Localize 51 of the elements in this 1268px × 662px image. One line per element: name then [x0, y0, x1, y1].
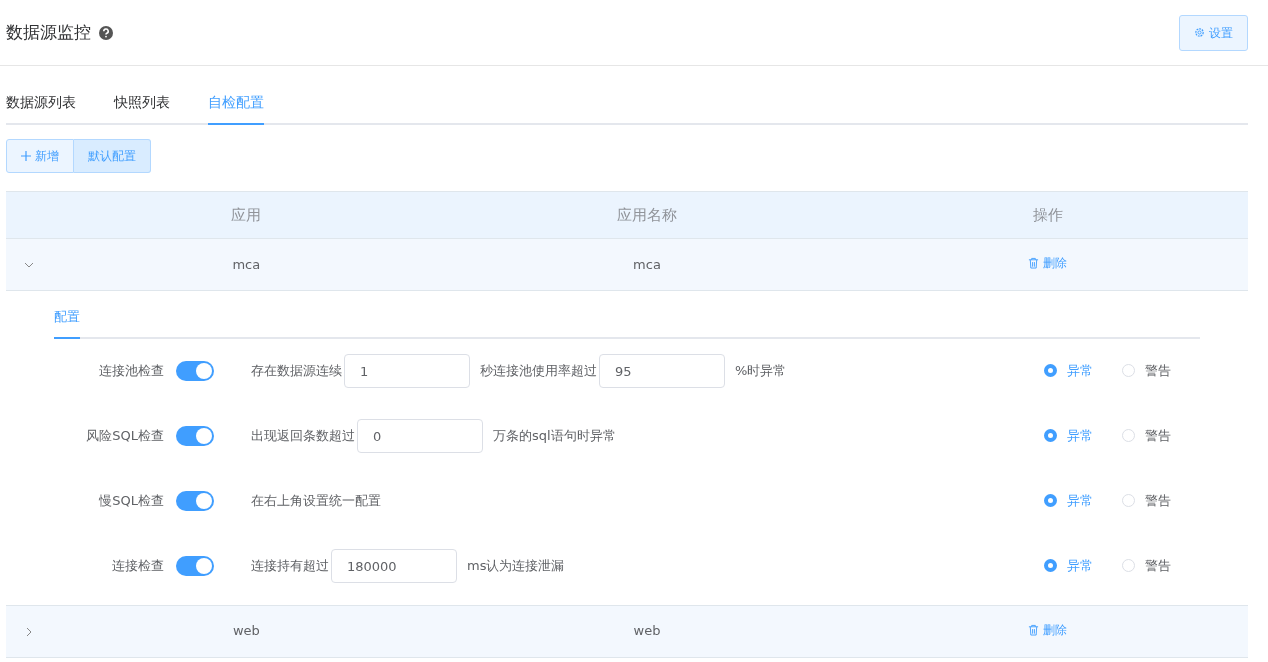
plus-icon [21, 151, 31, 161]
tab[interactable]: 自检配置 [208, 84, 264, 125]
toggle-switch[interactable] [176, 361, 214, 381]
radio-option[interactable]: 警告 [1122, 361, 1200, 381]
toggle-switch[interactable] [176, 556, 214, 576]
column-header: 操作 [1031, 204, 1064, 226]
input-field[interactable]: 95 [599, 354, 725, 388]
check-label: 连接池检查 [98, 362, 164, 381]
tab[interactable]: 数据源列表 [6, 84, 76, 125]
radio-option[interactable]: 异常 [1044, 491, 1122, 511]
default-config-button[interactable]: 默认配置 [74, 139, 151, 173]
delete-button[interactable]: 删除 [1028, 620, 1068, 639]
table-cell-text: web [231, 622, 261, 641]
radio-option[interactable]: 异常 [1044, 556, 1122, 576]
check-label: 慢SQL检查 [98, 492, 164, 511]
table-cell-text: mca [231, 255, 262, 274]
trash-icon [1028, 623, 1040, 636]
toggle-switch[interactable] [176, 491, 214, 511]
page-title: 数据源监控 [6, 20, 91, 44]
radio-option[interactable]: 警告 [1122, 556, 1200, 576]
radio-option[interactable]: 异常 [1044, 426, 1122, 446]
settings-icon [1194, 27, 1205, 38]
description-text: 秒连接池使用率超过 [480, 362, 597, 381]
description-text: %时异常 [735, 362, 787, 381]
input-field[interactable]: 1 [344, 354, 470, 388]
add-button[interactable]: 新增 [6, 139, 74, 173]
check-label: 连接检查 [111, 557, 164, 576]
delete-button[interactable]: 删除 [1028, 254, 1068, 273]
radio-option[interactable]: 警告 [1122, 426, 1200, 446]
description-text: 连接持有超过 [251, 557, 329, 576]
column-header: 应用名称 [616, 204, 678, 226]
check-label: 风险SQL检查 [85, 427, 164, 446]
chevron-right-icon[interactable] [24, 626, 34, 637]
radio-option[interactable]: 警告 [1122, 491, 1200, 511]
description-text: 出现返回条数超过 [251, 427, 355, 446]
description-text: 在右上角设置统一配置 [251, 492, 381, 511]
input-field[interactable]: 180000 [331, 549, 457, 583]
help-icon [99, 25, 113, 40]
description-text: 万条的sql语句时异常 [493, 427, 616, 446]
trash-icon [1028, 257, 1040, 270]
toggle-switch[interactable] [176, 426, 214, 446]
settings-button[interactable]: 设置 [1179, 14, 1248, 51]
table-cell-text: mca [632, 255, 662, 274]
tab[interactable]: 快照列表 [114, 84, 170, 125]
input-field[interactable]: 0 [357, 419, 483, 453]
table-cell-text: web [632, 622, 662, 641]
radio-option[interactable]: 异常 [1044, 361, 1122, 381]
description-text: 存在数据源连续 [251, 362, 342, 381]
tab[interactable]: 配置 [54, 299, 80, 339]
column-header: 应用 [230, 204, 263, 226]
description-text: ms认为连接泄漏 [467, 557, 565, 576]
